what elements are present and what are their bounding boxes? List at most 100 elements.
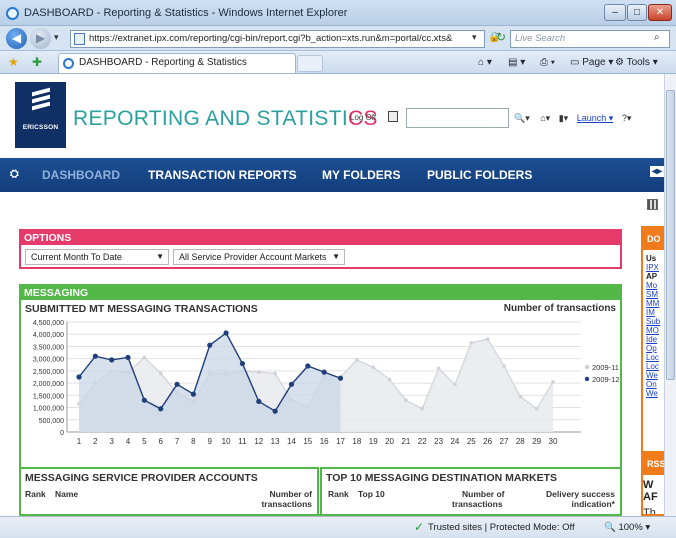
data-point-2009-12 <box>190 391 197 397</box>
side-link-10[interactable]: We <box>643 371 664 380</box>
nav-public-folders[interactable]: PUBLIC FOLDERS <box>427 168 532 182</box>
refresh-icon[interactable]: ↻ <box>496 30 506 44</box>
address-dropdown[interactable]: ▾ <box>472 32 477 43</box>
new-tab-button[interactable] <box>297 55 323 72</box>
accounts-title: MESSAGING SERVICE PROVIDER ACCOUNTS <box>25 472 258 484</box>
tools-menu[interactable]: ⚙ Tools ▾ <box>615 57 658 68</box>
page-menu[interactable]: ▭ Page ▾ <box>570 57 613 68</box>
ericsson-logo: ERICSSON <box>15 82 66 148</box>
accounts-col-num-1: Number of <box>269 489 313 499</box>
add-favorites-icon[interactable]: ✚ <box>32 55 42 69</box>
search-icon[interactable]: ⌕ <box>654 32 660 43</box>
accounts-col-rank: Rank <box>25 489 46 499</box>
x-tick-label: 12 <box>254 437 263 446</box>
legend-label: 2009-11 <box>592 363 619 372</box>
logoff-icon[interactable] <box>388 111 398 122</box>
y-tick-label: 2,500,000 <box>33 369 64 376</box>
x-tick-label: 4 <box>126 437 131 446</box>
home-icon[interactable]: ⌂ ▾ <box>478 57 492 68</box>
feeds-icon[interactable]: ▤ ▾ <box>508 57 525 68</box>
search-options-icon[interactable]: 🔍▾ <box>514 113 530 123</box>
ericsson-mark-icon <box>32 87 50 114</box>
help-menu-icon[interactable]: ?▾ <box>622 113 632 123</box>
side-link-0[interactable]: Mo <box>643 281 664 290</box>
launch-menu[interactable]: Launch ▾ <box>577 113 614 123</box>
scrollbar-thumb[interactable] <box>666 90 675 380</box>
x-tick-label: 17 <box>336 437 345 446</box>
layout-grid-icon[interactable] <box>647 199 658 210</box>
home-menu-icon[interactable]: ⌂▾ <box>540 113 550 123</box>
header-search-input[interactable] <box>406 108 509 128</box>
side-line1: Us <box>646 254 657 263</box>
maximize-button[interactable]: □ <box>627 4 647 21</box>
page-menu-label: Page <box>582 57 606 68</box>
destinations-col-num-2: transactions <box>452 499 503 509</box>
data-point-2009-11 <box>158 371 163 376</box>
rss-line3: Th <box>643 507 656 516</box>
side-link-5[interactable]: MO <box>643 326 664 335</box>
nav-transaction-reports[interactable]: TRANSACTION REPORTS <box>148 168 297 182</box>
close-button[interactable]: ✕ <box>648 4 672 21</box>
forward-button[interactable]: ▶ <box>30 28 51 49</box>
legend-marker-2009-11 <box>584 364 590 370</box>
markets-select[interactable]: All Service Provider Account Markets ▼ <box>173 249 345 265</box>
data-point-2009-12 <box>92 353 98 359</box>
destinations-col-rank: Rank <box>328 489 349 499</box>
vertical-scrollbar[interactable] <box>664 74 676 516</box>
x-tick-label: 21 <box>401 437 410 446</box>
header-tools: 🔍▾ ⌂▾ ▮▾ Launch ▾ ?▾ <box>514 113 631 124</box>
side-link-9[interactable]: Loc <box>643 362 664 371</box>
side-link-6[interactable]: Ide <box>643 335 664 344</box>
nav-scroll-arrows[interactable]: ◂▸ <box>650 166 664 177</box>
y-tick-label: 500,000 <box>39 418 64 425</box>
live-search-input[interactable]: Live Search <box>510 30 670 48</box>
x-tick-label: 1 <box>77 437 82 446</box>
user-menu-icon[interactable]: ▮▾ <box>559 113 568 123</box>
destinations-col-num-1: Number of <box>462 489 505 499</box>
side-link-1[interactable]: SM <box>643 290 664 299</box>
x-tick-label: 11 <box>238 437 247 446</box>
accounts-col-num-2: transactions <box>261 499 312 509</box>
x-tick-label: 30 <box>549 437 558 446</box>
back-button[interactable]: ◀ <box>6 28 27 49</box>
data-point-2009-12 <box>158 406 164 412</box>
side-link-12[interactable]: We <box>643 389 664 398</box>
minimize-button[interactable]: – <box>604 4 626 21</box>
destinations-panel: TOP 10 MESSAGING DESTINATION MARKETS Ran… <box>320 467 622 516</box>
app-title-main: REPORTING AND STATISTI <box>73 107 348 130</box>
page-content: ERICSSON REPORTING AND STATISTICS Log Of… <box>0 74 664 516</box>
period-select[interactable]: Current Month To Date ▼ <box>25 249 169 265</box>
transactions-chart: 4,500,000 4,000,000 3,500,000 3,000,000 2,50… <box>33 320 620 446</box>
y-tick-label: 0 <box>60 430 64 437</box>
side-link-7[interactable]: Op <box>643 344 664 353</box>
data-point-2009-11 <box>256 370 261 374</box>
data-point-2009-11 <box>142 355 147 360</box>
y-tick-label: 4,000,000 <box>33 332 64 339</box>
side-link-3[interactable]: IM <box>643 308 664 317</box>
zoom-control[interactable]: 🔍 100% ▾ <box>604 522 650 533</box>
x-tick-label: 9 <box>208 437 213 446</box>
favorites-star-icon[interactable]: ★ <box>8 55 19 69</box>
main-nav: ⛭ DASHBOARD TRANSACTION REPORTS MY FOLDE… <box>0 158 664 192</box>
legend-marker-2009-12 <box>584 376 590 382</box>
tab-dashboard[interactable]: DASHBOARD - Reporting & Statistics <box>58 53 296 73</box>
nav-my-folders[interactable]: MY FOLDERS <box>322 168 400 182</box>
nav-dashboard[interactable]: DASHBOARD <box>42 168 120 182</box>
data-point-2009-11 <box>534 406 539 411</box>
nav-dashboard-icon: ⛭ <box>10 168 19 180</box>
destinations-col-top: Top 10 <box>358 489 385 499</box>
side-link-8[interactable]: Loc <box>643 353 664 362</box>
recent-pages-dropdown[interactable]: ▾ <box>54 32 59 43</box>
side-line2[interactable]: IPX <box>643 263 664 272</box>
chevron-down-icon: ▼ <box>156 252 164 261</box>
x-tick-label: 2 <box>93 437 98 446</box>
address-field[interactable]: https://extranet.ipx.com/reporting/cgi-b… <box>70 30 485 48</box>
side-link-4[interactable]: Sub <box>643 317 664 326</box>
print-icon[interactable]: ⎙ ▾ <box>540 57 555 68</box>
data-point-2009-12 <box>125 354 131 361</box>
x-tick-label: 22 <box>418 437 427 446</box>
side-link-2[interactable]: MM <box>643 299 664 308</box>
side-link-11[interactable]: On <box>643 380 664 389</box>
data-point-2009-12 <box>141 397 147 403</box>
logoff-link[interactable]: Log Off <box>350 113 376 122</box>
